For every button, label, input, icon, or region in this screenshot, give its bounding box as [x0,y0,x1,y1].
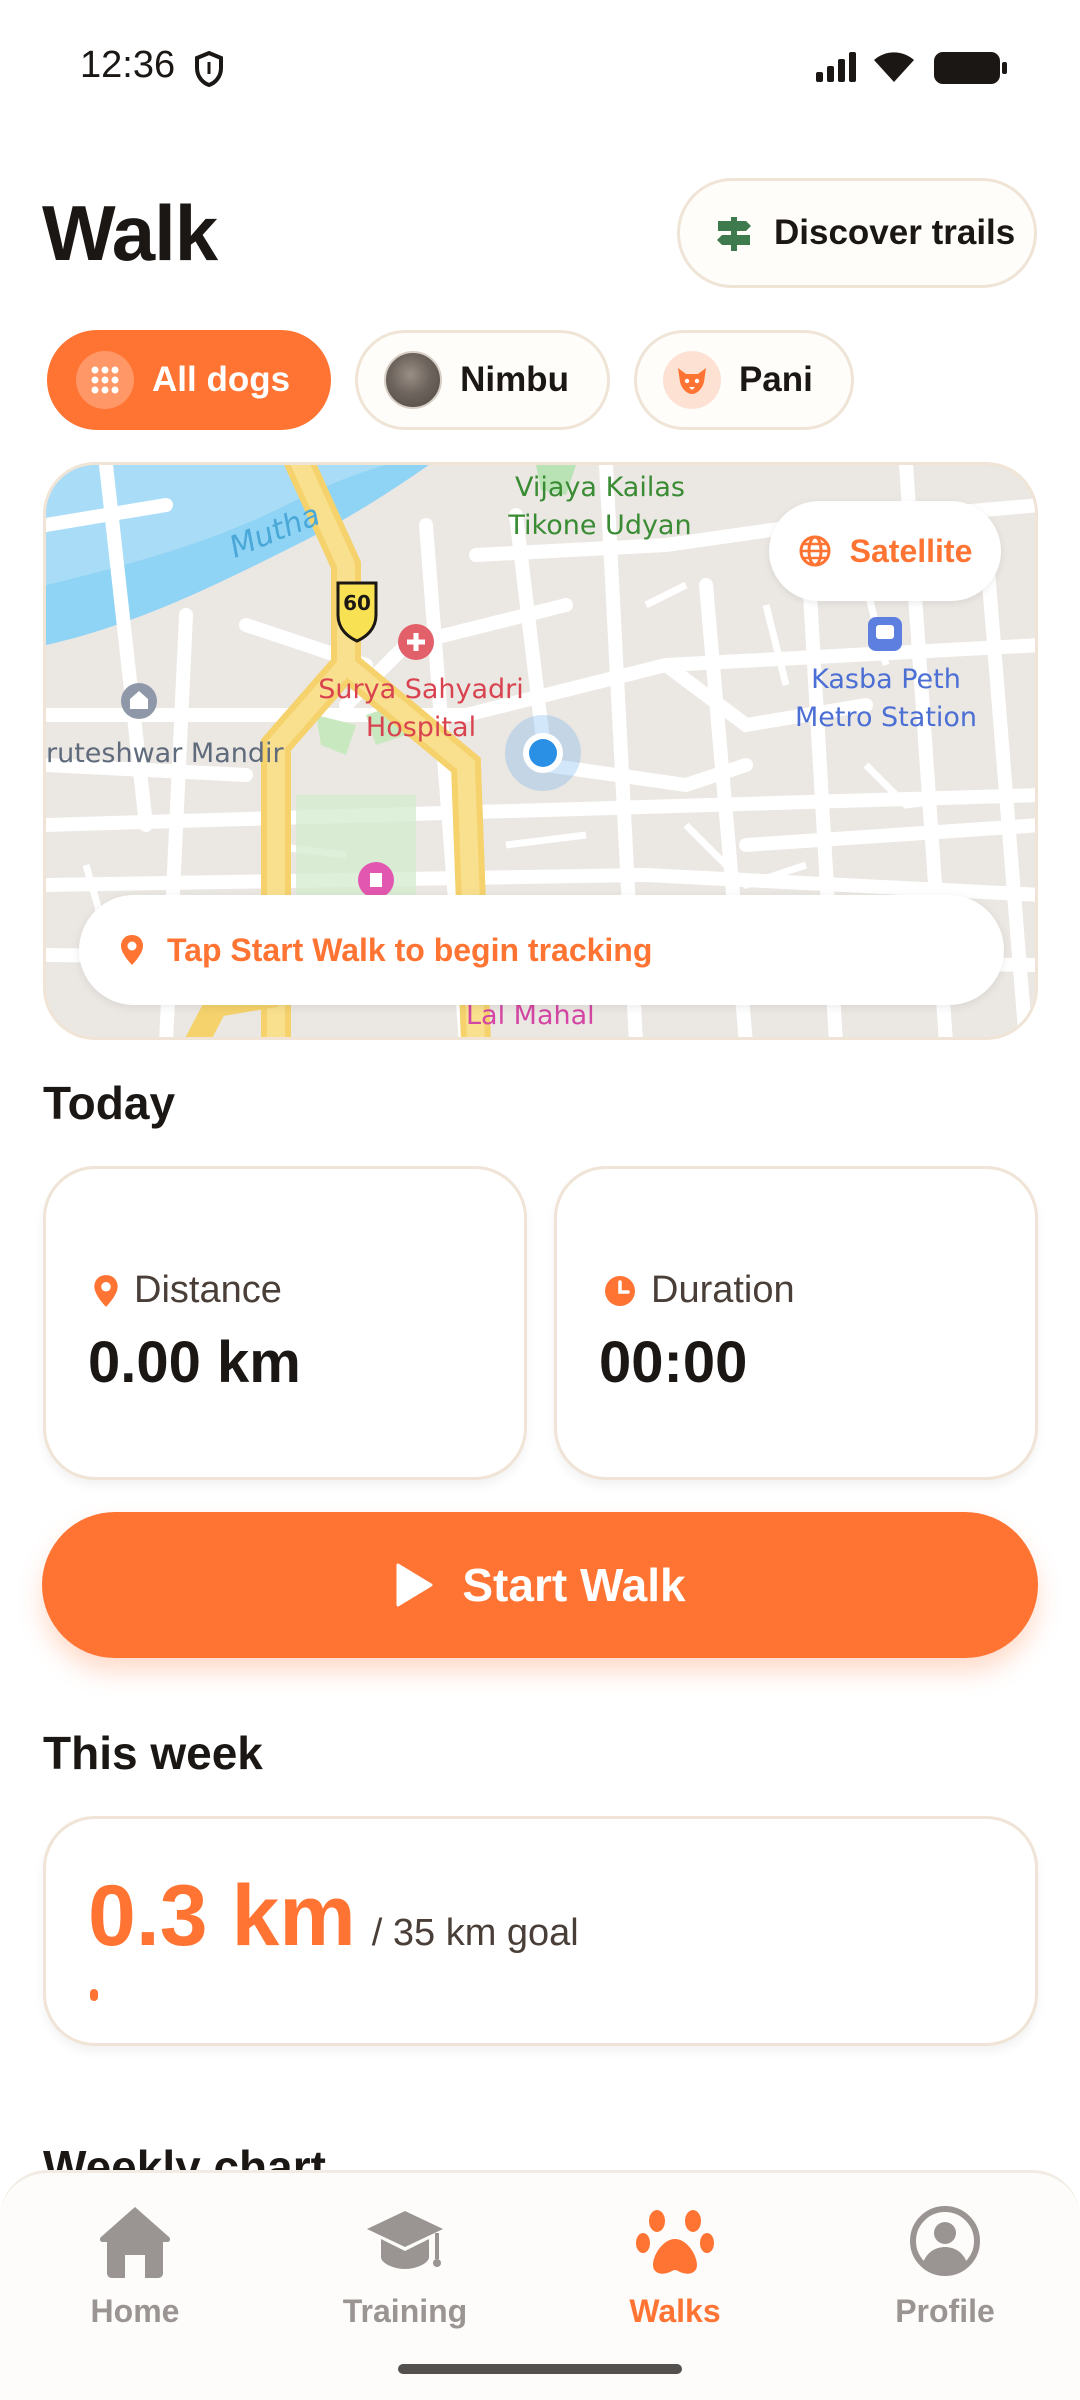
distance-value: 0.00 km [88,1330,301,1395]
nav-home-label: Home [90,2293,180,2329]
map-label-park: Vijaya Kailas Tikone Udyan [508,472,692,541]
grid-icon [76,351,134,409]
nav-profile[interactable]: Profile [845,2203,1045,2330]
start-walk-label: Start Walk [462,1559,686,1611]
nav-training-label: Training [342,2293,468,2329]
distance-card: Distance 0.00 km [43,1166,527,1480]
duration-card: Duration 00:00 [554,1166,1038,1480]
weekly-goal-card: 0.3 km / 35 km goal [43,1816,1038,2046]
duration-label: Duration [651,1269,795,1311]
signpost-icon [717,217,751,251]
nav-profile-label: Profile [895,2293,995,2329]
chip-pani[interactable]: Pani [633,330,854,430]
satellite-toggle-button[interactable]: Satellite [769,501,1001,601]
chip-all-dogs[interactable]: All dogs [47,330,332,430]
globe-icon [799,535,831,567]
satellite-label: Satellite [849,532,973,569]
map-view[interactable]: Mutha Vijaya Kailas Tikone Udyan 60 Sury… [43,462,1038,1040]
location-pin-icon [94,1274,118,1307]
wifi-icon [874,52,914,82]
paw-icon [636,2210,714,2274]
signal-icon [816,52,856,82]
weekly-progress-fill [90,1989,98,2001]
discover-trails-label: Discover trails [774,213,1016,252]
nav-home[interactable]: Home [35,2203,235,2330]
status-time: 12:36 [80,44,176,86]
discover-trails-button[interactable]: Discover trails [677,178,1037,288]
distance-header: Distance [92,1269,282,1312]
play-icon [396,1563,433,1607]
this-week-heading: This week [43,1727,263,1779]
weekly-distance-value: 0.3 km [88,1868,356,1964]
weekly-goal-text: / 35 km goal [371,1912,579,1954]
start-walk-button[interactable]: Start Walk [42,1512,1038,1658]
page-title: Walk [42,189,218,277]
duration-value: 00:00 [599,1330,748,1395]
dog-filter-chips: All dogs Nimbu Pani [47,330,854,430]
shield-icon [195,50,223,88]
map-label-hospital: Surya Sahyadri Hospital [318,674,524,743]
today-heading: Today [43,1077,176,1129]
chip-nimbu[interactable]: Nimbu [355,330,610,430]
home-indicator [398,2364,682,2374]
map-label-temple: ruteshwar Mandir [46,738,284,769]
nav-training[interactable]: Training [305,2203,505,2330]
map-label-speed: 60 [343,591,371,615]
weekly-progress-bar [90,1989,995,2001]
chip-label: All dogs [152,360,291,399]
chip-label: Nimbu [460,360,569,399]
duration-header: Duration [603,1269,795,1312]
nav-walks-label: Walks [629,2293,721,2329]
home-icon [99,2207,171,2278]
status-bar: 12:36 [0,0,1080,140]
profile-icon [910,2206,980,2276]
tracking-hint-text: Tap Start Walk to begin tracking [167,931,653,968]
map-label-metro: Kasba Peth Metro Station [794,664,978,733]
battery-icon [934,52,1007,84]
chip-label: Pani [738,360,813,399]
dog-face-icon [662,351,721,409]
dog-photo-avatar [384,351,443,409]
weekly-distance: 0.3 km / 35 km goal [88,1867,579,1966]
location-pin-icon [121,935,143,965]
nav-walks[interactable]: Walks [575,2203,775,2330]
clock-icon [605,1275,635,1306]
graduation-cap-icon [367,2211,443,2269]
distance-label: Distance [134,1269,282,1311]
tracking-hint-banner: Tap Start Walk to begin tracking [79,895,1004,1005]
